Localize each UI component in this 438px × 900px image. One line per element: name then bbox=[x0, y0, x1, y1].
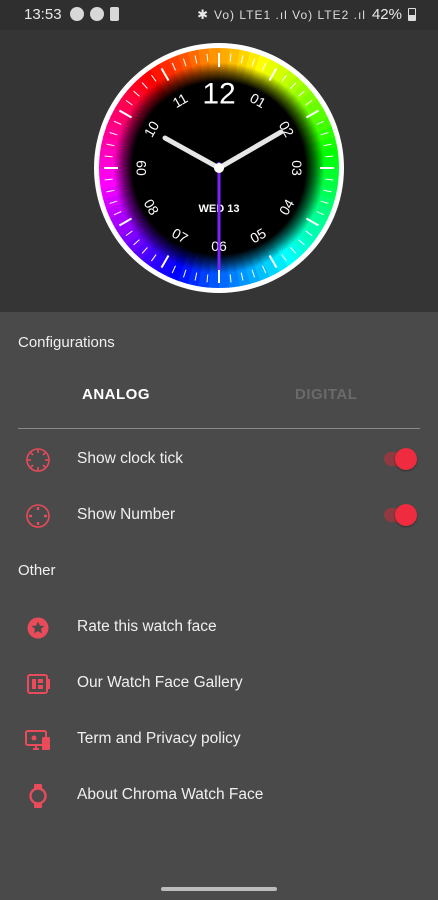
item-label: Term and Privacy policy bbox=[77, 730, 241, 747]
status-indicators: ✱ Vo) LTE1 .ıl Vo) LTE2 .ıl 42% bbox=[197, 6, 416, 23]
signal-indicator: Vo) LTE1 .ıl Vo) LTE2 .ıl bbox=[214, 7, 366, 22]
battery-percent: 42% bbox=[371, 6, 402, 23]
status-bar: 13:53 ✱ Vo) LTE1 .ıl Vo) LTE2 .ıl 42% bbox=[0, 0, 438, 30]
hour-number: 09 bbox=[133, 160, 149, 176]
clock-number-icon bbox=[26, 504, 50, 528]
configurations-title: Configurations bbox=[18, 334, 115, 351]
option-show-number[interactable]: Show Number bbox=[0, 486, 438, 542]
cloud-icon bbox=[90, 7, 104, 21]
tab-divider bbox=[18, 428, 420, 429]
notification-icons bbox=[70, 7, 119, 21]
watch-face-gallery-item[interactable]: Our Watch Face Gallery bbox=[0, 654, 438, 710]
battery-icon bbox=[408, 8, 416, 21]
about-item[interactable]: About Chroma Watch Face bbox=[0, 766, 438, 822]
privacy-policy-item[interactable]: Term and Privacy policy bbox=[0, 710, 438, 766]
settings-panel: Configurations ANALOG DIGITAL Show clock… bbox=[0, 312, 438, 900]
option-show-clock-tick[interactable]: Show clock tick bbox=[0, 430, 438, 486]
option-label: Show Number bbox=[77, 506, 176, 523]
show-number-toggle[interactable] bbox=[384, 504, 417, 526]
hour-number: 12 bbox=[202, 78, 235, 111]
hands-pivot bbox=[214, 163, 224, 173]
tab-analog[interactable]: ANALOG bbox=[82, 386, 150, 403]
clock-tick-toggle[interactable] bbox=[384, 448, 417, 470]
toggle-knob bbox=[395, 504, 417, 526]
privacy-icon bbox=[25, 730, 50, 750]
watch-icon bbox=[29, 784, 47, 808]
option-label: Show clock tick bbox=[77, 450, 183, 467]
notification-icon bbox=[70, 7, 84, 21]
rate-watch-face-item[interactable]: Rate this watch face bbox=[0, 598, 438, 654]
star-icon bbox=[27, 617, 49, 639]
item-label: Our Watch Face Gallery bbox=[77, 674, 243, 691]
home-indicator[interactable] bbox=[161, 887, 277, 891]
watch-face: 120102030405060708091011 WED 13 bbox=[94, 43, 344, 293]
item-label: About Chroma Watch Face bbox=[77, 786, 264, 803]
clock-tick-icon bbox=[26, 448, 50, 472]
other-title: Other bbox=[18, 562, 56, 579]
toggle-knob bbox=[395, 448, 417, 470]
status-time: 13:53 bbox=[24, 6, 62, 23]
gallery-icon bbox=[27, 674, 50, 694]
hour-number: 03 bbox=[289, 160, 305, 176]
download-icon bbox=[110, 7, 119, 21]
bluetooth-icon: ✱ bbox=[197, 6, 209, 22]
tab-digital[interactable]: DIGITAL bbox=[295, 386, 357, 403]
watch-preview: 120102030405060708091011 WED 13 bbox=[0, 30, 438, 312]
item-label: Rate this watch face bbox=[77, 618, 217, 635]
